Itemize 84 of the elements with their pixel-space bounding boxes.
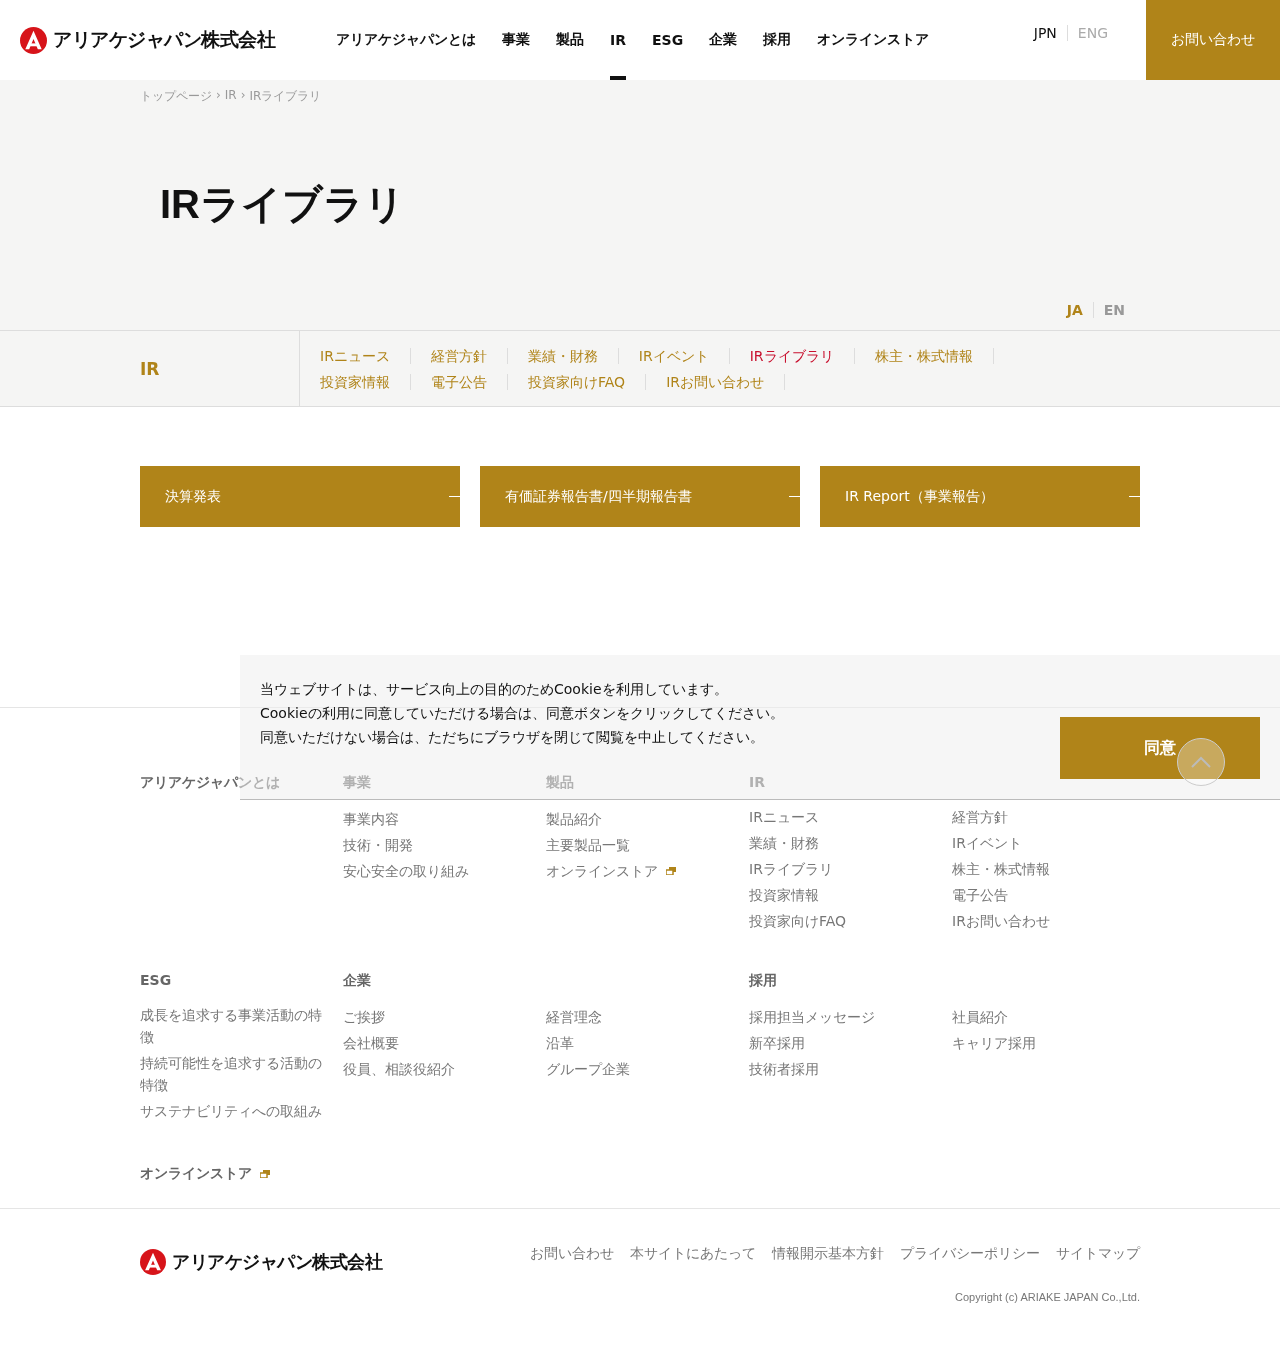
footer-link[interactable]: 経営理念 (546, 1006, 602, 1028)
logo-text: アリアケジャパン株式会社 (53, 27, 275, 52)
footer-link[interactable]: 沿革 (546, 1032, 574, 1054)
nav-link[interactable]: ESG (652, 0, 684, 80)
footer-link[interactable]: 投資家向けFAQ (749, 910, 847, 932)
copyright-text: Copyright (c) ARIAKE JAPAN Co.,Ltd. (954, 1291, 1140, 1303)
logo-icon (20, 26, 47, 54)
breadcrumb-separator: › (240, 88, 246, 104)
footer-link[interactable]: 業績・財務 (749, 832, 819, 854)
footer-link[interactable]: キャリア採用 (952, 1032, 1036, 1054)
logo-text: アリアケジャパン株式会社 (172, 1250, 382, 1274)
footer-link[interactable]: グループ企業 (546, 1058, 630, 1080)
footer-link[interactable]: 新卒採用 (749, 1032, 805, 1054)
nav-link[interactable]: オンラインストア (817, 0, 930, 80)
subnav-link[interactable]: IRイベント (618, 347, 730, 364)
nav-link[interactable]: 製品 (556, 0, 584, 80)
chevron-up-icon (1191, 756, 1211, 768)
footer-link[interactable]: 経営方針 (952, 806, 1008, 828)
footer-heading[interactable]: ESG (140, 972, 343, 988)
footer-link[interactable]: IRライブラリ (749, 858, 833, 880)
page-title: IRライブラリ (160, 181, 406, 228)
subnav-link[interactable]: 電子公告 (411, 373, 508, 390)
footer-link[interactable]: サイトマップ (1056, 1245, 1140, 1263)
nav-link[interactable]: 採用 (763, 0, 792, 80)
footer-link[interactable]: 技術・開発 (343, 834, 413, 856)
language-link[interactable]: EN (1092, 302, 1135, 318)
agree-button[interactable]: 同意 (1060, 717, 1260, 779)
footer-link[interactable]: IRイベント (952, 832, 1022, 854)
library-button[interactable]: 決算発表 (140, 466, 460, 527)
footer-link[interactable]: 役員、相談役紹介 (343, 1058, 455, 1080)
footer-link[interactable]: 本サイトにあたって (630, 1245, 756, 1263)
footer-link[interactable]: 事業内容 (343, 808, 399, 830)
library-button[interactable]: IR Report（事業報告） (820, 466, 1140, 527)
subnav-link[interactable]: IRライブラリ (729, 347, 855, 364)
footer-link[interactable]: 情報開示基本方針 (772, 1245, 884, 1263)
footer-link[interactable]: 社員紹介 (952, 1006, 1008, 1028)
footer-link[interactable]: 主要製品一覧 (546, 834, 630, 856)
breadcrumb-link[interactable]: IR (224, 88, 237, 105)
footer-link[interactable]: 会社概要 (343, 1032, 399, 1054)
footer-link[interactable]: 採用担当メッセージ (749, 1006, 875, 1028)
nav-link[interactable]: 事業 (502, 0, 530, 80)
footer-link[interactable]: 持続可能性を追求する活動の特徴 (140, 1052, 325, 1096)
footer-link[interactable]: サステナビリティへの取組み (140, 1100, 322, 1122)
footer-link[interactable]: 電子公告 (952, 884, 1008, 906)
footer-link[interactable]: IRニュース (749, 806, 819, 828)
footer-link[interactable]: IRお問い合わせ (952, 910, 1050, 932)
footer-link[interactable]: プライバシーポリシー (900, 1245, 1040, 1263)
footer-link[interactable]: オンラインストア (546, 860, 658, 882)
footer-heading[interactable]: 採用 (749, 972, 1155, 990)
subnav-link[interactable]: 投資家向けFAQ (508, 373, 647, 390)
external-link-icon (260, 1169, 270, 1178)
subnav-link[interactable]: IRお問い合わせ (646, 373, 785, 390)
footer-link[interactable]: ご挨拶 (343, 1006, 385, 1028)
footer-heading[interactable]: アリアケジャパンとは (140, 774, 343, 792)
breadcrumb-link[interactable]: IRライブラリ (249, 88, 322, 105)
contact-button[interactable]: お問い合わせ (1146, 0, 1280, 80)
subnav-link[interactable]: 投資家情報 (300, 373, 411, 390)
footer-link[interactable]: お問い合わせ (530, 1245, 614, 1263)
footer-link[interactable]: 成長を追求する事業活動の特徴 (140, 1004, 325, 1048)
subnav-link[interactable]: 株主・株式情報 (854, 347, 994, 364)
external-link-icon (666, 867, 676, 875)
library-button[interactable]: 有価証券報告書/四半期報告書 (480, 466, 800, 527)
subnav-link[interactable]: 経営方針 (410, 347, 508, 364)
language-link[interactable]: JA (1056, 302, 1093, 318)
subnav-link[interactable]: IRニュース (300, 347, 411, 364)
cookie-notice-text: Cookieの利用に同意していただける場合は、同意ボタンをクリックしてください。 (260, 704, 784, 723)
section-title: IR (0, 331, 300, 406)
subnav-link[interactable]: 業績・財務 (507, 347, 619, 364)
footer-link[interactable]: 技術者採用 (749, 1058, 819, 1080)
footer-link[interactable]: 製品紹介 (546, 808, 602, 830)
cookie-notice-text: 同意いただけない場合は、ただちにブラウザを閉じて閲覧を中止してください。 (260, 728, 765, 747)
language-link[interactable]: JPN (1023, 25, 1067, 41)
footer-heading[interactable]: 企業 (343, 972, 749, 990)
footer-link[interactable]: 投資家情報 (749, 884, 819, 906)
breadcrumb-separator: › (216, 88, 221, 104)
footer-heading[interactable]: オンラインストア (140, 1165, 252, 1181)
footer-link[interactable]: 株主・株式情報 (952, 858, 1050, 880)
nav-link[interactable]: アリアケジャパンとは (336, 0, 476, 80)
scroll-to-top-button[interactable] (1177, 738, 1225, 786)
footer-link[interactable]: 安心安全の取り組み (343, 860, 469, 882)
cookie-notice-text: 当ウェブサイトは、サービス向上の目的のためCookieを利用しています。 (260, 680, 729, 699)
breadcrumb-link[interactable]: トップページ (140, 88, 212, 105)
nav-link[interactable]: 企業 (709, 0, 738, 80)
logo-icon (140, 1249, 166, 1275)
